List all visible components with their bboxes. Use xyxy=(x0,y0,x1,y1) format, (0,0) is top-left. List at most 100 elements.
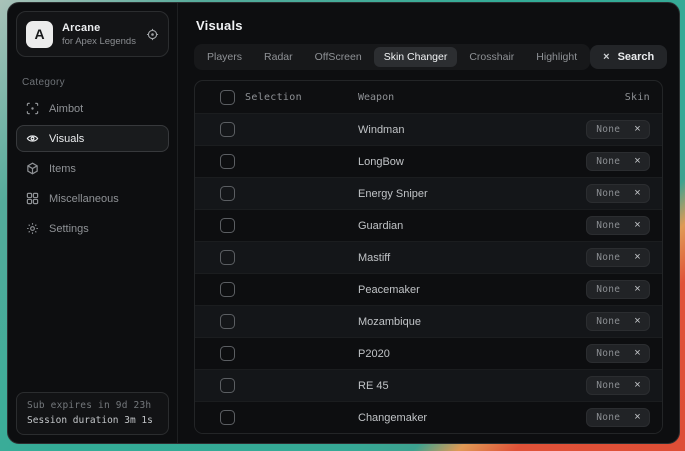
row-checkbox[interactable] xyxy=(220,378,235,393)
row-select-cell xyxy=(195,186,235,201)
weapon-name: RE 45 xyxy=(351,380,544,392)
tab-crosshair[interactable]: Crosshair xyxy=(459,47,524,67)
row-checkbox[interactable] xyxy=(220,250,235,265)
row-select-cell xyxy=(195,378,235,393)
app-window: A Arcane for Apex Legends Category Aimbo… xyxy=(7,2,680,444)
sidebar-item-label: Settings xyxy=(49,223,89,235)
sidebar-item-label: Miscellaneous xyxy=(49,193,119,205)
remove-skin-icon[interactable]: × xyxy=(629,284,649,296)
search-button-label: Search xyxy=(618,51,655,63)
tab-offscreen[interactable]: OffScreen xyxy=(305,47,372,67)
skin-badge[interactable]: None × xyxy=(586,184,650,203)
weapon-name: Changemaker xyxy=(351,412,544,424)
layout-grid-icon xyxy=(26,192,39,205)
skin-badge[interactable]: None × xyxy=(586,344,650,363)
row-checkbox[interactable] xyxy=(220,186,235,201)
skin-value: None xyxy=(587,412,629,423)
skin-cell: None × xyxy=(544,216,662,235)
skin-cell: None × xyxy=(544,120,662,139)
brand-card: A Arcane for Apex Legends xyxy=(16,11,169,57)
row-select-cell xyxy=(195,218,235,233)
session-duration-text: Session duration 3m 1s xyxy=(27,415,158,426)
skin-cell: None × xyxy=(544,376,662,395)
subscription-card: Sub expires in 9d 23h Session duration 3… xyxy=(16,392,169,435)
skin-badge[interactable]: None × xyxy=(586,120,650,139)
sidebar-item-label: Aimbot xyxy=(49,103,83,115)
weapon-name: Mozambique xyxy=(351,316,544,328)
sidebar-item-items[interactable]: Items xyxy=(16,155,169,182)
select-all-checkbox[interactable] xyxy=(220,90,235,105)
weapon-name: Peacemaker xyxy=(351,284,544,296)
remove-skin-icon[interactable]: × xyxy=(629,252,649,264)
weapon-skin-table: Selection Weapon Skin Windman None × xyxy=(194,80,663,434)
row-select-cell xyxy=(195,250,235,265)
skin-value: None xyxy=(587,380,629,391)
skin-value: None xyxy=(587,316,629,327)
table-row: Peacemaker None × xyxy=(195,273,662,305)
skin-cell: None × xyxy=(544,184,662,203)
row-checkbox[interactable] xyxy=(220,218,235,233)
toolbar: PlayersRadarOffScreenSkin ChangerCrossha… xyxy=(178,44,679,70)
remove-skin-icon[interactable]: × xyxy=(629,220,649,232)
skin-badge[interactable]: None × xyxy=(586,280,650,299)
sidebar-item-aimbot[interactable]: Aimbot xyxy=(16,95,169,122)
brand-text: Arcane for Apex Legends xyxy=(62,22,137,47)
skin-badge[interactable]: None × xyxy=(586,312,650,331)
remove-skin-icon[interactable]: × xyxy=(629,188,649,200)
search-button[interactable]: × Search xyxy=(590,45,667,69)
skin-badge[interactable]: None × xyxy=(586,376,650,395)
sidebar-item-label: Visuals xyxy=(49,133,84,145)
skin-badge[interactable]: None × xyxy=(586,216,650,235)
tab-highlight[interactable]: Highlight xyxy=(526,47,587,67)
row-select-cell xyxy=(195,410,235,425)
row-select-cell xyxy=(195,282,235,297)
tab-radar[interactable]: Radar xyxy=(254,47,303,67)
row-select-cell xyxy=(195,122,235,137)
tab-skin-changer[interactable]: Skin Changer xyxy=(374,47,458,67)
table-row: P2020 None × xyxy=(195,337,662,369)
weapon-name: Mastiff xyxy=(351,252,544,264)
remove-skin-icon[interactable]: × xyxy=(629,124,649,136)
close-icon: × xyxy=(603,52,609,63)
row-checkbox[interactable] xyxy=(220,282,235,297)
table-body: Windman None × LongBow None × xyxy=(195,113,662,433)
gear-icon xyxy=(26,222,39,235)
sidebar-item-miscellaneous[interactable]: Miscellaneous xyxy=(16,185,169,212)
remove-skin-icon[interactable]: × xyxy=(629,380,649,392)
skin-value: None xyxy=(587,284,629,295)
column-header-weapon: Weapon xyxy=(351,92,544,103)
skin-value: None xyxy=(587,188,629,199)
remove-skin-icon[interactable]: × xyxy=(629,316,649,328)
table-row: Changemaker None × xyxy=(195,401,662,433)
table-row: Windman None × xyxy=(195,113,662,145)
row-select-cell xyxy=(195,346,235,361)
skin-value: None xyxy=(587,156,629,167)
table-row: Energy Sniper None × xyxy=(195,177,662,209)
row-checkbox[interactable] xyxy=(220,410,235,425)
skin-value: None xyxy=(587,348,629,359)
target-icon[interactable] xyxy=(146,28,159,41)
app-logo: A xyxy=(26,21,53,48)
skin-cell: None × xyxy=(544,408,662,427)
remove-skin-icon[interactable]: × xyxy=(629,348,649,360)
skin-badge[interactable]: None × xyxy=(586,408,650,427)
eye-icon xyxy=(26,132,39,145)
remove-skin-icon[interactable]: × xyxy=(629,156,649,168)
skin-badge[interactable]: None × xyxy=(586,248,650,267)
skin-badge[interactable]: None × xyxy=(586,152,650,171)
row-checkbox[interactable] xyxy=(220,122,235,137)
skin-cell: None × xyxy=(544,280,662,299)
skin-cell: None × xyxy=(544,248,662,267)
sidebar-item-visuals[interactable]: Visuals xyxy=(16,125,169,152)
remove-skin-icon[interactable]: × xyxy=(629,412,649,424)
tab-players[interactable]: Players xyxy=(197,47,252,67)
app-subtitle: for Apex Legends xyxy=(62,36,137,47)
sidebar-item-settings[interactable]: Settings xyxy=(16,215,169,242)
skin-cell: None × xyxy=(544,152,662,171)
row-checkbox[interactable] xyxy=(220,314,235,329)
row-checkbox[interactable] xyxy=(220,154,235,169)
skin-cell: None × xyxy=(544,344,662,363)
main-panel: Visuals PlayersRadarOffScreenSkin Change… xyxy=(178,3,679,443)
row-checkbox[interactable] xyxy=(220,346,235,361)
table-row: Guardian None × xyxy=(195,209,662,241)
